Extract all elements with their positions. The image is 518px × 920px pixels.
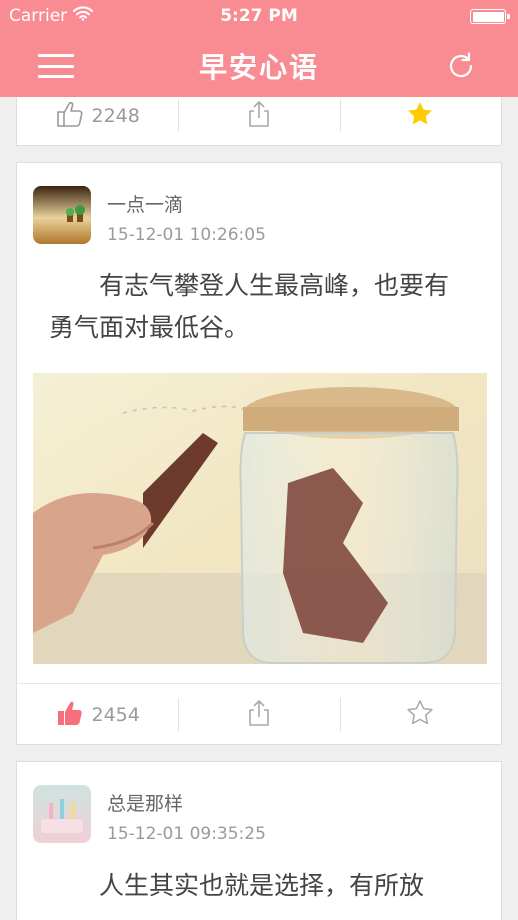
- post-text: 人生其实也就是选择，有所放: [99, 871, 425, 900]
- star-filled-icon: [406, 100, 434, 132]
- like-button[interactable]: 2454: [17, 684, 178, 745]
- favorite-button[interactable]: [339, 684, 501, 745]
- status-time: 5:27 PM: [220, 6, 298, 26]
- post-actions: 2454: [17, 683, 501, 745]
- app-header: Carrier 5:27 PM 早安心语: [0, 0, 518, 97]
- thumbs-up-icon: [55, 99, 85, 133]
- author-name[interactable]: 一点一滴: [107, 190, 266, 217]
- status-bar: Carrier 5:27 PM: [0, 0, 518, 32]
- refresh-button[interactable]: [446, 51, 476, 81]
- post-timestamp: 15-12-01 09:35:25: [107, 824, 266, 844]
- post-author: 一点一滴 15-12-01 10:26:05: [33, 186, 266, 245]
- post-timestamp: 15-12-01 10:26:05: [107, 225, 266, 245]
- share-icon: [247, 699, 271, 731]
- star-outline-icon: [406, 699, 434, 731]
- page-title: 早安心语: [198, 51, 319, 84]
- post-card: 一点一滴 15-12-01 10:26:05 有志气攀登人生最高峰，也要有勇气面…: [16, 162, 502, 745]
- navbar: 早安心语: [0, 32, 518, 97]
- battery-icon: [470, 9, 510, 24]
- post-text: 有志气攀登人生最高峰，也要有勇气面对最低谷。: [49, 271, 450, 342]
- refresh-icon: [446, 52, 476, 85]
- like-count: 2454: [91, 703, 140, 726]
- post-card: 总是那样 15-12-01 09:35:25 人生其实也就是选择，有所放: [16, 761, 502, 920]
- avatar[interactable]: [33, 186, 91, 244]
- avatar[interactable]: [33, 785, 91, 843]
- thumbs-up-filled-icon: [55, 698, 85, 732]
- share-icon: [247, 100, 271, 132]
- post-author: 总是那样 15-12-01 09:35:25: [33, 785, 266, 844]
- share-button[interactable]: [178, 684, 339, 745]
- like-count: 2248: [91, 104, 140, 127]
- post-image[interactable]: [33, 373, 487, 664]
- author-name[interactable]: 总是那样: [107, 789, 266, 816]
